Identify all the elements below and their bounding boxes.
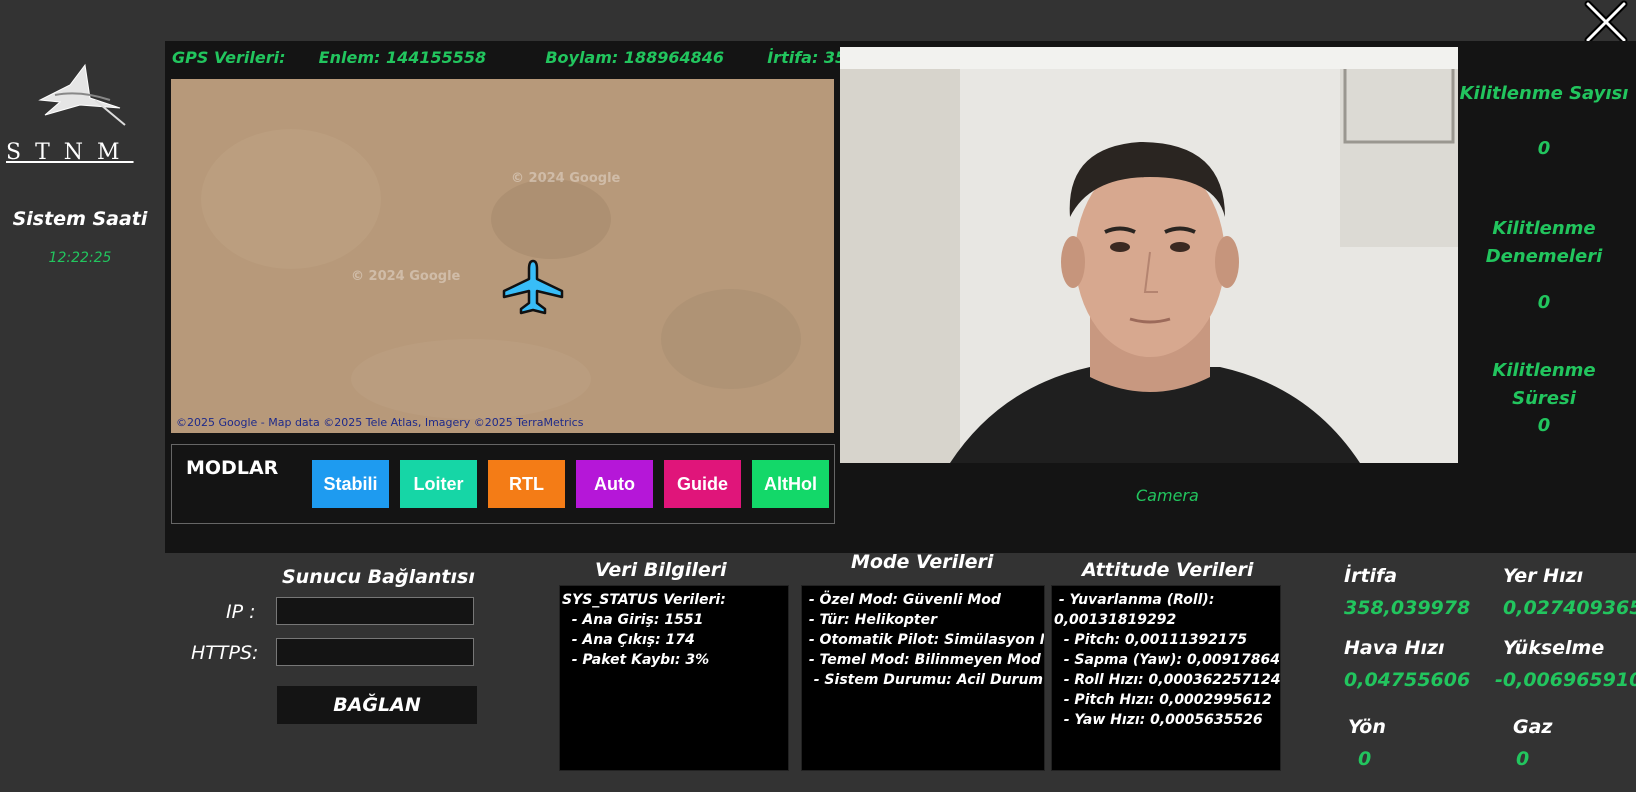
attitude-line: 0,00131819292: [1054, 612, 1177, 628]
airplane-icon[interactable]: [500, 259, 566, 319]
mode-line: - Temel Mod: Bilinmeyen Mod: [804, 652, 1041, 668]
yon-value: 0: [1358, 748, 1372, 770]
gaz-label: Gaz: [1513, 716, 1553, 738]
map-watermark: © 2024 Google: [351, 269, 461, 284]
gaz-value: 0: [1516, 748, 1530, 770]
yer-hizi-label: Yer Hızı: [1503, 565, 1584, 587]
lock-count-value: 0: [1537, 138, 1551, 159]
veri-line: - Ana Giriş: 1551: [562, 612, 704, 628]
attitude-verileri-title: Attitude Verileri: [1082, 559, 1254, 581]
yukselme-value: -0,00696591055: [1495, 669, 1636, 691]
mode-loiter-button[interactable]: Loiter: [400, 460, 477, 508]
attitude-line: - Pitch: 0,00111392175: [1054, 632, 1248, 648]
camera-image: [840, 47, 1458, 463]
lock-attempts-label-2: Denemeleri: [1485, 246, 1603, 267]
lock-duration-label: Kilitlenme Süresi: [1492, 360, 1596, 409]
attitude-line: - Pitch Hızı: 0,0002995612: [1054, 692, 1272, 708]
system-clock-time: 12:22:25: [48, 250, 112, 266]
gps-longitude: Boylam: 188964846: [545, 48, 725, 67]
mode-line: - Otomatik Pilot: Simülasyon Modu: [808, 632, 1044, 648]
veri-line: SYS_STATUS Verileri:: [562, 592, 726, 608]
map-watermark: © 2024 Google: [511, 171, 621, 186]
attitude-line: - Sapma (Yaw): 0,00917864: [1054, 652, 1281, 668]
irtifa-value: 358,039978: [1344, 597, 1471, 619]
mode-line: - Tür: Helikopter: [804, 612, 937, 628]
attitude-line: - Yaw Hızı: 0,0005635526: [1054, 712, 1263, 728]
mode-guided-button[interactable]: Guide: [664, 460, 741, 508]
lock-count-label: Kilitlenme Sayısı: [1459, 83, 1629, 104]
lock-attempts-label-1: Kilitlenme: [1492, 218, 1596, 239]
ip-label: IP :: [226, 601, 256, 623]
veri-line: - Ana Çıkış: 174: [562, 632, 695, 648]
mode-verileri-box: - Özel Mod: Güvenli Mod - Tür: Helikopte…: [801, 585, 1045, 771]
close-icon: [1584, 0, 1628, 44]
mode-verileri-title: Mode Verileri: [851, 551, 994, 573]
map-view[interactable]: © 2024 Google © 2024 Google ©2025 Google…: [171, 79, 834, 433]
attitude-line: - Roll Hızı: 0,000362257124: [1054, 672, 1281, 688]
mode-althold-button[interactable]: AltHol: [752, 460, 829, 508]
system-clock-label: Sistem Saati: [12, 208, 148, 230]
mode-rtl-button[interactable]: RTL: [488, 460, 565, 508]
lock-duration-value: 0: [1537, 415, 1551, 436]
mode-line: - Özel Mod: Güvenli Mod: [804, 592, 1001, 608]
https-input[interactable]: [276, 638, 474, 666]
logo-text: STNM: [6, 140, 134, 165]
yukselme-label: Yükselme: [1503, 637, 1605, 659]
modes-panel: MODLAR Stabili Loiter RTL Auto Guide Alt…: [171, 444, 835, 524]
gps-latitude: Enlem: 144155558: [318, 48, 487, 67]
yon-label: Yön: [1348, 716, 1386, 738]
attitude-verileri-box: - Yuvarlanma (Roll): 0,00131819292 - Pit…: [1051, 585, 1281, 771]
mode-line: - Sistem Durumu: Acil Durum: [804, 672, 1044, 688]
ip-input[interactable]: [276, 597, 474, 625]
https-label: HTTPS:: [191, 642, 259, 664]
hava-hizi-label: Hava Hızı: [1344, 637, 1445, 659]
hava-hizi-value: 0,04755606: [1344, 669, 1471, 691]
close-button[interactable]: [1584, 0, 1628, 44]
connect-button[interactable]: BAĞLAN: [277, 686, 477, 724]
veri-line: - Paket Kaybı: 3%: [562, 652, 710, 668]
mode-auto-button[interactable]: Auto: [576, 460, 653, 508]
gps-row: GPS Verileri: Enlem: 144155558 Boylam: 1…: [172, 48, 891, 67]
plane-emblem-icon: [38, 63, 126, 126]
veri-bilgileri-title: Veri Bilgileri: [595, 559, 727, 581]
attitude-line: - Yuvarlanma (Roll):: [1054, 592, 1215, 608]
veri-bilgileri-box: SYS_STATUS Verileri: - Ana Giriş: 1551 -…: [559, 585, 789, 771]
map-terrain: [171, 79, 834, 433]
yer-hizi-value: 0,0274093654: [1503, 597, 1636, 619]
map-credit: ©2025 Google - Map data ©2025 Tele Atlas…: [176, 416, 584, 429]
irtifa-label: İrtifa: [1344, 565, 1398, 587]
modes-title: MODLAR: [186, 457, 279, 479]
camera-label: Camera: [1136, 486, 1199, 505]
camera-feed: [840, 47, 1458, 463]
server-connection-title: Sunucu Bağlantısı: [282, 566, 475, 588]
gps-title: GPS Verileri:: [172, 48, 286, 67]
lock-attempts-value: 0: [1537, 292, 1551, 313]
mode-stabilize-button[interactable]: Stabili: [312, 460, 389, 508]
